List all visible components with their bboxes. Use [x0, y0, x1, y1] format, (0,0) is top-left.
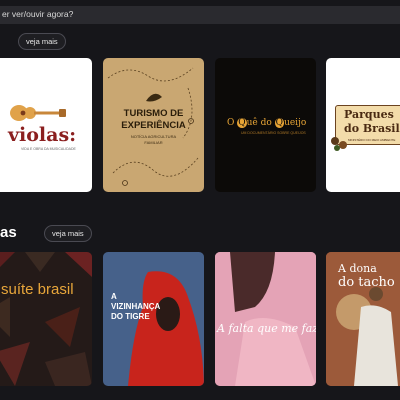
viola-icon: [10, 105, 66, 121]
card-turismo-title-1: TURISMO DE: [123, 108, 184, 119]
title-part-q2: Q: [274, 118, 285, 128]
title-part-ueijo: ueijo: [284, 118, 307, 128]
title-part-o: O: [227, 118, 238, 128]
card-parques-subtitle: MINISTÉRIO DO MEIO AMBIENTE: [348, 138, 396, 142]
card-parques[interactable]: Parques do Brasil MINISTÉRIO DO MEIO AMB…: [326, 58, 400, 192]
leaf-icon: [146, 93, 162, 102]
card-violas[interactable]: violas: VIDA E OBRA DA MUSICALIDADE: [0, 58, 92, 192]
card-turismo-subtitle-1: NOTÍCIA AGRICULTURA: [130, 134, 177, 139]
card-queijo-title: O Quê do Queijo: [227, 118, 306, 128]
leaves-icon: [331, 137, 347, 151]
card-vizinhanca[interactable]: A VIZINHANÇA DO TIGRE: [103, 252, 204, 386]
title-part-q1: Q: [237, 118, 247, 128]
card-queijo-subtitle: UM DOCUMENTÁRIO SOBRE QUEIJOS: [241, 131, 306, 135]
card-falta[interactable]: A falta que me faz: [215, 252, 316, 386]
card-dona-tacho[interactable]: A dona do tacho: [326, 252, 400, 386]
card-violas-subtitle: VIDA E OBRA DA MUSICALIDADE: [21, 147, 76, 151]
portrait-figure: [215, 252, 316, 386]
card-parques-title-1: Parques: [344, 108, 394, 121]
card-vizinhanca-title-2: VIZINHANÇA: [111, 302, 161, 311]
card-turismo-subtitle-2: FAMILIAR: [144, 140, 163, 145]
section2-see-more-button[interactable]: veja mais: [44, 225, 92, 242]
card-turismo[interactable]: TURISMO DE EXPERIÊNCIA NOTÍCIA AGRICULTU…: [103, 58, 204, 192]
card-parques-title-2: do Brasil: [344, 122, 400, 135]
card-suite-brasil[interactable]: suíte brasil: [0, 252, 92, 386]
section2-title: as: [0, 224, 17, 241]
card-falta-title: A falta que me faz: [217, 322, 316, 335]
title-part-ue-do: uê do: [246, 118, 275, 128]
geometric-pattern: [0, 252, 92, 386]
card-violas-title: violas:: [8, 124, 77, 146]
card-turismo-title-2: EXPERIÊNCIA: [121, 120, 186, 131]
card-suite-title: suíte brasil: [1, 281, 74, 298]
card-queijo[interactable]: O Quê do Queijo UM DOCUMENTÁRIO SOBRE QU…: [215, 58, 316, 192]
section1-see-more-button[interactable]: veja mais: [18, 33, 66, 50]
card-dona-title-2: do tacho: [338, 275, 395, 290]
card-vizinhanca-title-1: A: [111, 292, 117, 301]
search-bar[interactable]: er ver/ouvir agora?: [0, 6, 400, 24]
card-dona-title-1: A dona: [338, 262, 377, 275]
card-vizinhanca-title-3: DO TIGRE: [111, 312, 150, 321]
search-prompt: er ver/ouvir agora?: [2, 9, 74, 19]
